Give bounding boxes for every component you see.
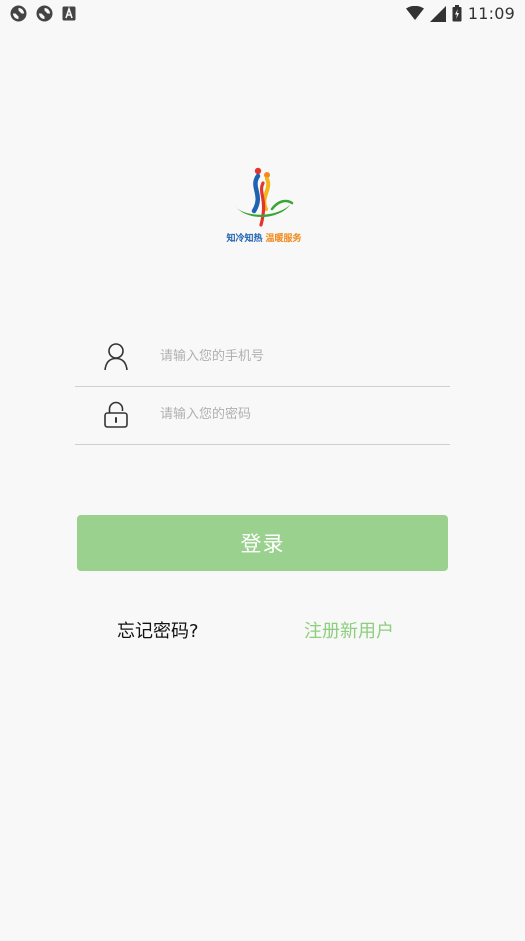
login-screen: 11:09 知冷知热 温暖服务 请输入您的手机号 登录 忘记密码? 注册新用户 [0, 0, 525, 941]
status-bar-right: 11:09 [405, 4, 515, 23]
sync-icon [36, 5, 53, 22]
phone-field [75, 328, 450, 387]
status-bar-left [10, 5, 76, 22]
password-field [75, 386, 450, 445]
logo-text-part1: 知冷知热 [226, 234, 263, 244]
status-bar: 11:09 [0, 0, 525, 28]
logo-text: 知冷知热 温暖服务 [214, 231, 314, 244]
login-button[interactable]: 登录 [77, 515, 448, 571]
register-link[interactable]: 注册新用户 [304, 617, 394, 643]
lock-icon [104, 401, 128, 428]
app-logo: 知冷知热 温暖服务 [214, 165, 314, 255]
wifi-icon [405, 6, 424, 20]
sync-icon [10, 5, 27, 22]
signal-icon [429, 5, 446, 22]
logo-text-part2: 温暖服务 [265, 234, 302, 244]
user-icon [104, 343, 128, 371]
forgot-password-link[interactable]: 忘记密码? [117, 617, 199, 643]
battery-icon [452, 5, 462, 22]
font-a-icon [62, 6, 76, 21]
logo-emblem-icon [234, 167, 294, 227]
password-input[interactable] [160, 401, 440, 427]
status-time: 11:09 [467, 4, 515, 23]
phone-input[interactable] [160, 343, 440, 369]
